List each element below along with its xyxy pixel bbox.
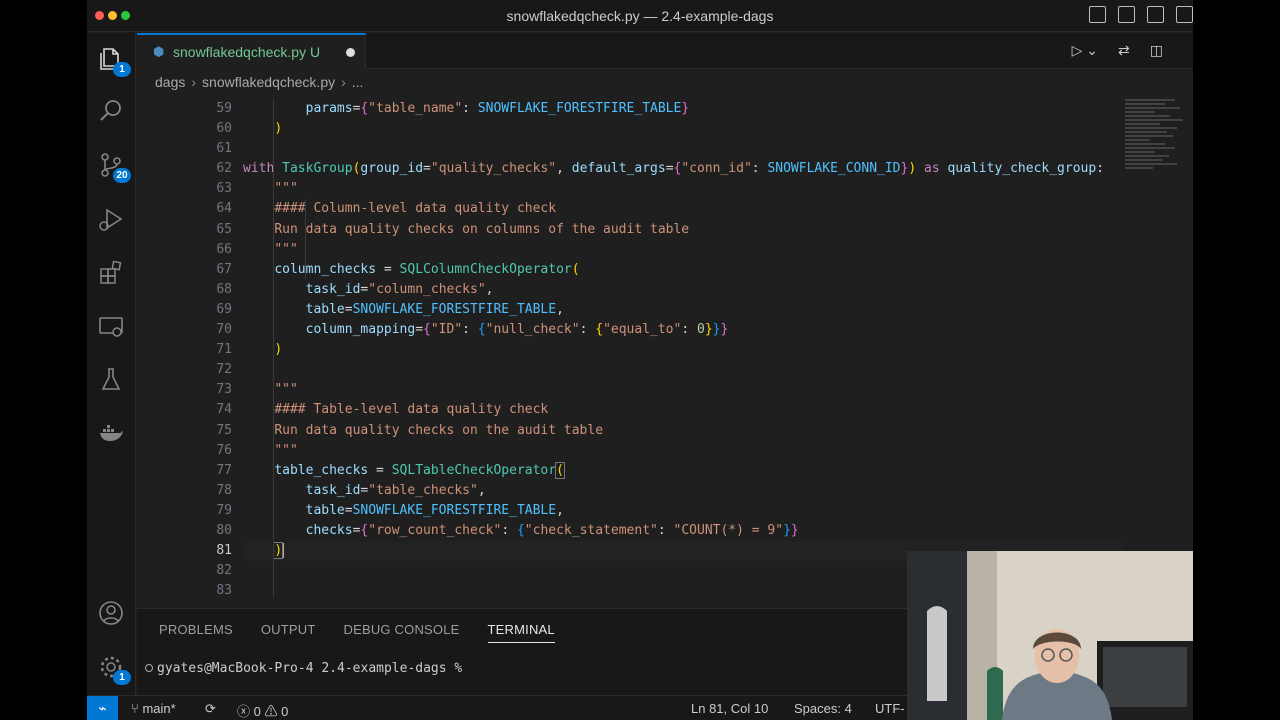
extensions-icon[interactable] <box>97 259 125 287</box>
line-number: 64 <box>216 201 232 217</box>
layout-controls <box>1089 6 1193 23</box>
search-icon[interactable] <box>97 97 125 125</box>
toggle-panel-icon[interactable] <box>1118 6 1135 23</box>
line-number: 72 <box>216 362 232 378</box>
explorer-icon[interactable]: 1 <box>97 45 131 77</box>
webcam-image <box>907 551 1193 720</box>
unsaved-dot-icon[interactable] <box>346 48 355 57</box>
activity-bar: 1 20 1 <box>87 33 136 695</box>
source-control-badge: 20 <box>113 168 131 183</box>
accounts-icon[interactable] <box>97 599 125 627</box>
tab-debug-console[interactable]: DEBUG CONSOLE <box>344 622 460 643</box>
line-number: 62 <box>216 161 232 177</box>
encoding-status[interactable]: UTF- <box>875 701 905 716</box>
indentation-status[interactable]: Spaces: 4 <box>794 701 852 716</box>
terminal-prompt: gyates@MacBook-Pro-4 2.4-example-dags % <box>157 661 463 676</box>
breadcrumb-folder[interactable]: dags <box>155 74 185 90</box>
terminal-status-icon <box>145 664 153 672</box>
line-number: 67 <box>216 261 232 277</box>
branch-icon: ⑂ <box>131 701 139 716</box>
webcam-overlay <box>907 551 1193 720</box>
line-number: 70 <box>216 322 232 338</box>
run-python-file-icon[interactable]: ▷ ⌄ <box>1072 42 1098 59</box>
settings-badge: 1 <box>113 670 131 685</box>
line-number: 60 <box>216 121 232 137</box>
breadcrumb-symbol[interactable]: ... <box>352 74 364 90</box>
error-icon: ⓧ <box>237 704 251 719</box>
line-number: 76 <box>216 442 232 458</box>
breadcrumb-file[interactable]: snowflakedqcheck.py <box>202 74 335 90</box>
line-number: 81 <box>216 543 232 559</box>
split-editor-icon[interactable]: ◫ <box>1150 42 1163 59</box>
title-bar: snowflakedqcheck.py — 2.4-example-dags <box>87 0 1193 32</box>
breadcrumb: dags › snowflakedqcheck.py ›... <box>137 70 1193 96</box>
source-control-icon[interactable]: 20 <box>97 151 131 183</box>
line-number: 63 <box>216 181 232 197</box>
explorer-badge: 1 <box>113 62 131 77</box>
tab-label: snowflakedqcheck.py U <box>173 44 321 60</box>
line-number: 71 <box>216 342 232 358</box>
line-number: 80 <box>216 522 232 538</box>
toggle-primary-sidebar-icon[interactable] <box>1089 6 1106 23</box>
panel-tabs: PROBLEMS OUTPUT DEBUG CONSOLE TERMINAL <box>159 622 583 643</box>
branch-status[interactable]: ⑂ main* <box>131 701 176 716</box>
line-number: 66 <box>216 241 232 257</box>
window-title: snowflakedqcheck.py — 2.4-example-dags <box>506 8 774 24</box>
editor-actions: ▷ ⌄ ⇄ ◫ <box>1072 42 1163 59</box>
docker-icon[interactable] <box>97 419 125 447</box>
tab-problems[interactable]: PROBLEMS <box>159 622 233 643</box>
sync-icon[interactable]: ⟳ <box>205 701 216 717</box>
line-number: 78 <box>216 482 232 498</box>
chevron-right-icon: › <box>341 74 346 90</box>
tab-output[interactable]: OUTPUT <box>261 622 316 643</box>
compare-changes-icon[interactable]: ⇄ <box>1118 42 1130 59</box>
run-debug-icon[interactable] <box>97 205 125 233</box>
line-number: 74 <box>216 402 232 418</box>
line-number: 59 <box>216 101 232 116</box>
remote-indicator-icon[interactable]: ⌁ <box>87 696 118 720</box>
line-number: 65 <box>216 221 232 237</box>
line-number: 73 <box>216 382 232 398</box>
line-number: 69 <box>216 301 232 317</box>
terminal-output[interactable]: gyates@MacBook-Pro-4 2.4-example-dags % <box>145 661 462 676</box>
python-file-icon: ⬢ <box>153 44 165 59</box>
line-number: 79 <box>216 502 232 518</box>
code-area[interactable]: params={"table_name": SNOWFLAKE_FORESTFI… <box>243 99 1123 597</box>
chevron-right-icon: › <box>191 74 197 90</box>
editor-tabs: ⬢ snowflakedqcheck.py U ▷ ⌄ ⇄ ◫ <box>137 33 1193 69</box>
line-number: 61 <box>216 141 232 157</box>
manage-gear-icon[interactable]: 1 <box>97 653 131 685</box>
cursor-position[interactable]: Ln 81, Col 10 <box>691 701 768 716</box>
customize-layout-icon[interactable] <box>1176 6 1193 23</box>
line-number: 75 <box>216 422 232 438</box>
toggle-secondary-sidebar-icon[interactable] <box>1147 6 1164 23</box>
tab-terminal[interactable]: TERMINAL <box>487 622 555 643</box>
problems-status[interactable]: ⓧ 0 ⚠ 0 <box>237 701 288 720</box>
line-number: 68 <box>216 281 232 297</box>
minimap[interactable] <box>1125 97 1185 217</box>
tab-snowflakedqcheck[interactable]: ⬢ snowflakedqcheck.py U <box>137 33 366 69</box>
line-number: 77 <box>216 462 232 478</box>
testing-icon[interactable] <box>97 365 125 393</box>
code-editor[interactable]: 59 60 61 62 63 64 65 66 67 68 69 70 71 72 73 74 75 76 77 78… <box>137 97 1193 597</box>
line-number-gutter: 59 60 61 62 63 64 65 66 67 68 69 70 71 72 73 74 75 76 77 78… <box>137 99 233 597</box>
remote-explorer-icon[interactable] <box>97 313 125 341</box>
line-number: 83 <box>216 583 232 597</box>
line-number: 82 <box>216 563 232 579</box>
warning-icon: ⚠ <box>264 704 278 719</box>
